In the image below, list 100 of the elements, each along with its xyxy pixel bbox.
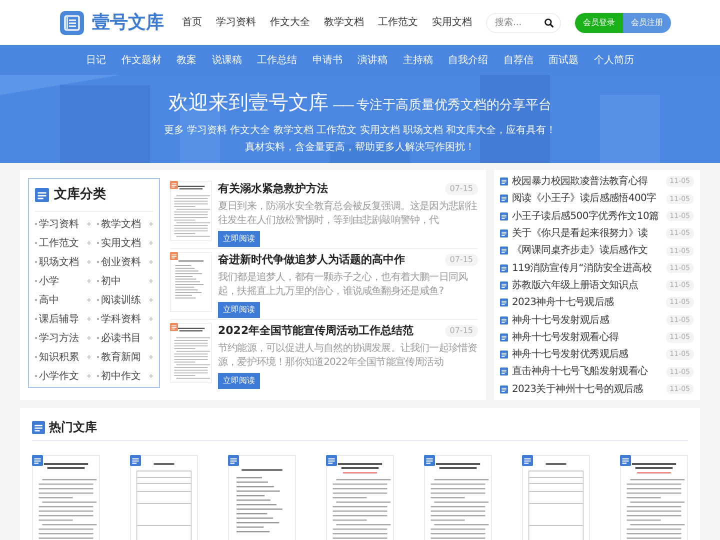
category-link[interactable]: 学习资料	[39, 216, 79, 232]
nav-link[interactable]: 工作范文	[378, 15, 418, 30]
category-link[interactable]: 自我介绍	[448, 52, 488, 68]
date-badge: 07-15	[444, 183, 478, 196]
nav-link[interactable]: 学习资料	[216, 15, 256, 30]
category-link[interactable]: 学科资料	[101, 312, 141, 326]
plus-icon	[149, 317, 153, 321]
plus-icon	[87, 298, 91, 302]
plus-icon	[149, 298, 153, 302]
document-preview-drawing	[170, 323, 212, 383]
plus-icon	[87, 374, 91, 378]
document-icon	[500, 212, 508, 221]
section-title: 热门文库	[49, 419, 97, 436]
document-icon	[424, 455, 435, 466]
document-icon	[170, 252, 178, 260]
latest-link[interactable]: 阅读《小王子》读后感感悟400字	[512, 191, 656, 206]
category-link[interactable]: 教案	[176, 52, 197, 68]
book-logo-icon	[60, 10, 84, 34]
category-link[interactable]: 创业资料	[101, 254, 141, 270]
category-link[interactable]: 职场文档	[39, 254, 79, 270]
date-badge: 07-15	[444, 325, 478, 338]
latest-link[interactable]: 苏教版六年级上册语文知识点	[512, 278, 638, 293]
plus-icon	[87, 336, 91, 340]
plus-icon	[87, 317, 91, 321]
nav-link[interactable]: 实用文档	[432, 15, 472, 30]
category-link[interactable]: 小学	[39, 274, 59, 288]
category-link[interactable]: 教学文档	[101, 216, 141, 232]
latest-link[interactable]: 2023关于神州十七号的观后感	[512, 382, 643, 397]
document-icon	[500, 229, 508, 238]
category-link[interactable]: 阅读训练	[101, 292, 141, 308]
latest-link[interactable]: 关于《你只是看起来很努力》读	[512, 226, 648, 242]
category-link[interactable]: 演讲稿	[358, 52, 388, 68]
banner-title: 欢迎来到壹号文库	[168, 89, 328, 116]
category-link[interactable]: 初中	[101, 274, 121, 288]
category-link[interactable]: 面试题	[548, 52, 579, 68]
banner-dash: ——	[332, 97, 352, 114]
category-link[interactable]: 作文题材	[121, 52, 162, 68]
document-icon	[500, 367, 508, 376]
category-link[interactable]: 知识积累	[39, 350, 79, 364]
read-button[interactable]: 立即阅读	[218, 372, 260, 388]
search-field[interactable]: 搜索...	[486, 12, 561, 32]
category-link[interactable]: 主持稿	[402, 52, 433, 68]
nav-link[interactable]: 首页	[182, 15, 202, 30]
latest-link[interactable]: 校园暴力校园欺凌普法教育心得	[512, 174, 648, 190]
article-excerpt: 夏日到来，防溺水安全教育总会被反复强调。这是因为悲剧往往发生在人们放松警惕时，等到由悲剧敲响警钟，代	[218, 200, 478, 228]
document-preview-drawing	[170, 252, 212, 312]
latest-link[interactable]: 直击神舟十七号飞船发射观看心	[512, 364, 648, 380]
document-icon	[228, 455, 239, 466]
document-icon	[500, 350, 508, 360]
latest-link[interactable]: 神舟十七号发射优秀观后感	[512, 347, 628, 362]
article-title[interactable]: 有关溺水紧急救护方法	[218, 181, 328, 198]
category-link[interactable]: 工作范文	[39, 236, 79, 250]
site-logo-text[interactable]: 壹号文库	[92, 9, 164, 36]
document-icon	[522, 455, 533, 466]
category-link[interactable]: 申请书	[312, 52, 342, 68]
category-link[interactable]: 个人简历	[594, 52, 634, 68]
category-link[interactable]: 小学作文	[39, 368, 79, 384]
document-icon	[500, 177, 508, 186]
category-link[interactable]: 必读书目	[101, 330, 141, 346]
nav-link[interactable]: 教学文档	[324, 15, 364, 30]
category-link[interactable]: 学习方法	[39, 330, 79, 346]
article-title[interactable]: 奋进新时代争做追梦人为话题的高中作	[218, 252, 405, 268]
document-icon	[326, 455, 337, 466]
category-link[interactable]: 高中	[39, 292, 59, 308]
nav-link[interactable]: 作文大全	[270, 15, 310, 30]
category-link[interactable]: 日记	[86, 52, 106, 68]
latest-link[interactable]: 《网课同桌齐步走》读后感作文	[512, 243, 648, 258]
document-icon	[500, 298, 508, 308]
document-icon	[500, 332, 508, 342]
article-title[interactable]: 2022年全国节能宣传周活动工作总结范	[218, 323, 414, 340]
document-icon	[170, 323, 178, 331]
latest-link[interactable]: 神舟十七号发射观后感	[512, 312, 610, 328]
plus-icon	[87, 355, 91, 359]
latest-link[interactable]: 神舟十七号发射观看心得	[512, 330, 619, 345]
banner-text: 更多 学习资料 作文大全 教学文档 工作范文 实用文档 职场文档 和文库大全，应有具有！	[164, 124, 556, 138]
category-link[interactable]: 初中作文	[101, 368, 141, 384]
article-excerpt: 我们都是追梦人，都有一颗赤子之心，也有着大鹏一日同风起，扶摇直上九万里的信心，谁说咸鱼翻身还是咸鱼?	[218, 270, 469, 298]
category-link[interactable]: 教育新闻	[101, 350, 141, 364]
document-icon	[500, 280, 508, 290]
plus-icon	[87, 222, 91, 226]
plus-icon	[149, 355, 153, 359]
category-link[interactable]: 实用文档	[101, 236, 141, 250]
plus-icon	[87, 279, 91, 283]
search-icon	[544, 18, 554, 28]
document-icon	[35, 186, 49, 203]
document-icon	[500, 264, 508, 273]
category-link[interactable]: 课后辅导	[39, 312, 79, 326]
category-link[interactable]: 工作总结	[257, 52, 298, 68]
plus-icon	[87, 260, 91, 264]
latest-link[interactable]: 119消防宣传月“消防安全进高校	[512, 260, 652, 276]
plus-icon	[149, 279, 153, 283]
latest-link[interactable]: 小王子读后感500字优秀作文10篇	[512, 208, 659, 224]
read-button[interactable]: 立即阅读	[218, 230, 260, 246]
latest-link[interactable]: 2023神舟十七号观后感	[512, 295, 614, 310]
read-button[interactable]: 立即阅读	[218, 302, 260, 318]
category-link[interactable]: 自荐信	[503, 52, 534, 68]
category-title: 文库分类	[54, 186, 106, 204]
category-link[interactable]: 说课稿	[212, 52, 242, 68]
document-icon	[32, 420, 45, 434]
document-icon	[500, 246, 508, 256]
